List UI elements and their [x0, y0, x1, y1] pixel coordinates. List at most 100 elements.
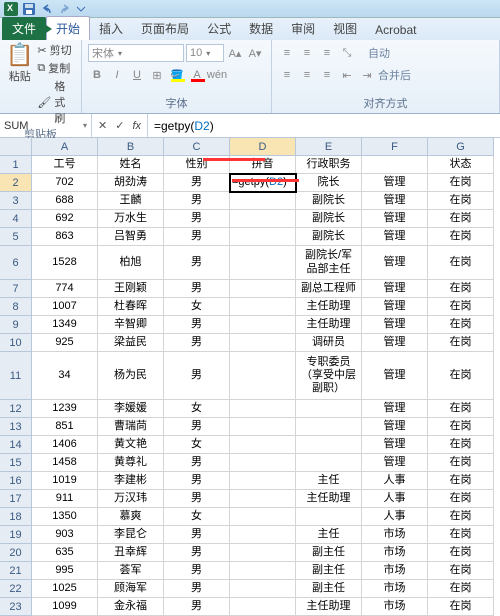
cell[interactable]: 男	[164, 228, 230, 246]
enter-formula-button[interactable]: ✓	[115, 119, 124, 132]
cell[interactable]: 女	[164, 508, 230, 526]
row-header[interactable]: 23	[0, 598, 32, 616]
cell[interactable]: 1007	[32, 298, 98, 316]
cell[interactable]: 副院长	[296, 228, 362, 246]
cell[interactable]: 梁益民	[98, 334, 164, 352]
cell[interactable]: 副主任	[296, 544, 362, 562]
cell[interactable]: 男	[164, 544, 230, 562]
qat-customize-dropdown[interactable]	[76, 2, 90, 16]
cell[interactable]: 管理	[362, 436, 428, 454]
cell[interactable]: 1349	[32, 316, 98, 334]
cell[interactable]: 市场	[362, 526, 428, 544]
cell[interactable]: 主任助理	[296, 298, 362, 316]
cell[interactable]	[230, 228, 296, 246]
spreadsheet-grid[interactable]: ABCDEFG 1工号姓名性别拼音行政职务状态2702胡劲涛男=getpy(D2…	[0, 138, 500, 616]
cell[interactable]: 万汉玮	[98, 490, 164, 508]
cell[interactable]: 杜春晖	[98, 298, 164, 316]
cell[interactable]: 黄文艳	[98, 436, 164, 454]
cell[interactable]: 管理	[362, 334, 428, 352]
cell[interactable]: 男	[164, 246, 230, 280]
cell[interactable]	[296, 508, 362, 526]
cell[interactable]: 主任助理	[296, 490, 362, 508]
cell[interactable]	[230, 508, 296, 526]
cell[interactable]: 状态	[428, 156, 494, 174]
save-icon[interactable]	[22, 2, 36, 16]
cell[interactable]: 杨为民	[98, 352, 164, 400]
bold-button[interactable]: B	[88, 66, 106, 84]
merge-center-button[interactable]: 合并后	[378, 67, 411, 83]
cell[interactable]: 顾海军	[98, 580, 164, 598]
decrease-font-button[interactable]: A▾	[246, 44, 264, 62]
cell[interactable]: 荟军	[98, 562, 164, 580]
cell[interactable]: 903	[32, 526, 98, 544]
cell[interactable]	[230, 246, 296, 280]
column-header[interactable]: G	[428, 138, 494, 156]
cell[interactable]: 万水生	[98, 210, 164, 228]
cell[interactable]: 1406	[32, 436, 98, 454]
cell[interactable]: 男	[164, 174, 230, 192]
wrap-text-button[interactable]: 自动	[368, 45, 390, 61]
cell[interactable]: 911	[32, 490, 98, 508]
cancel-formula-button[interactable]: ✕	[98, 119, 107, 132]
cell[interactable]: 男	[164, 598, 230, 616]
row-header[interactable]: 16	[0, 472, 32, 490]
cell[interactable]: 管理	[362, 228, 428, 246]
cell[interactable]	[230, 298, 296, 316]
italic-button[interactable]: I	[108, 66, 126, 84]
align-top-button[interactable]: ≡	[278, 44, 296, 62]
undo-icon[interactable]	[40, 2, 54, 16]
cell[interactable]: 在岗	[428, 580, 494, 598]
row-header[interactable]: 11	[0, 352, 32, 400]
cell[interactable]	[230, 210, 296, 228]
row-header[interactable]: 21	[0, 562, 32, 580]
cell[interactable]: 金永福	[98, 598, 164, 616]
copy-button[interactable]: ⧉复制	[37, 60, 75, 76]
row-header[interactable]: 9	[0, 316, 32, 334]
cell[interactable]: 管理	[362, 280, 428, 298]
row-header[interactable]: 2	[0, 174, 32, 192]
cell[interactable]: 副总工程师	[296, 280, 362, 298]
cell[interactable]: 995	[32, 562, 98, 580]
column-header[interactable]: D	[230, 138, 296, 156]
cell[interactable]: 男	[164, 210, 230, 228]
cell[interactable]: =getpy(D2)	[230, 174, 296, 192]
row-header[interactable]: 14	[0, 436, 32, 454]
cell[interactable]: 男	[164, 580, 230, 598]
cell[interactable]: 主任助理	[296, 316, 362, 334]
row-header[interactable]: 7	[0, 280, 32, 298]
cell[interactable]: 主任	[296, 526, 362, 544]
cell[interactable]: 人事	[362, 490, 428, 508]
cell[interactable]	[230, 544, 296, 562]
cell[interactable]	[230, 526, 296, 544]
cell[interactable]: 635	[32, 544, 98, 562]
cell[interactable]: 女	[164, 436, 230, 454]
cell[interactable]: 姓名	[98, 156, 164, 174]
cell[interactable]: 市场	[362, 562, 428, 580]
phonetic-button[interactable]: wén	[208, 66, 226, 84]
column-header[interactable]: F	[362, 138, 428, 156]
cell[interactable]: 1025	[32, 580, 98, 598]
cell[interactable]: 李昆仑	[98, 526, 164, 544]
cell[interactable]: 管理	[362, 454, 428, 472]
font-color-button[interactable]: A	[188, 66, 206, 84]
cell[interactable]: 男	[164, 418, 230, 436]
redo-icon[interactable]	[58, 2, 72, 16]
cell[interactable]: 1458	[32, 454, 98, 472]
cell[interactable]: 在岗	[428, 210, 494, 228]
cell[interactable]: 851	[32, 418, 98, 436]
cell[interactable]: 管理	[362, 298, 428, 316]
cell[interactable]: 在岗	[428, 544, 494, 562]
cell[interactable]: 副主任	[296, 562, 362, 580]
cell[interactable]: 男	[164, 490, 230, 508]
cell[interactable]: 692	[32, 210, 98, 228]
name-box[interactable]: SUM ▾	[0, 114, 92, 137]
row-header[interactable]: 22	[0, 580, 32, 598]
cell[interactable]: 在岗	[428, 316, 494, 334]
align-center-button[interactable]: ≡	[298, 66, 316, 84]
row-header[interactable]: 13	[0, 418, 32, 436]
font-name-select[interactable]: 宋体▾	[88, 44, 184, 62]
cell[interactable]: 调研员	[296, 334, 362, 352]
cell[interactable]: 在岗	[428, 246, 494, 280]
cell[interactable]: 柏旭	[98, 246, 164, 280]
cell[interactable]: 管理	[362, 246, 428, 280]
